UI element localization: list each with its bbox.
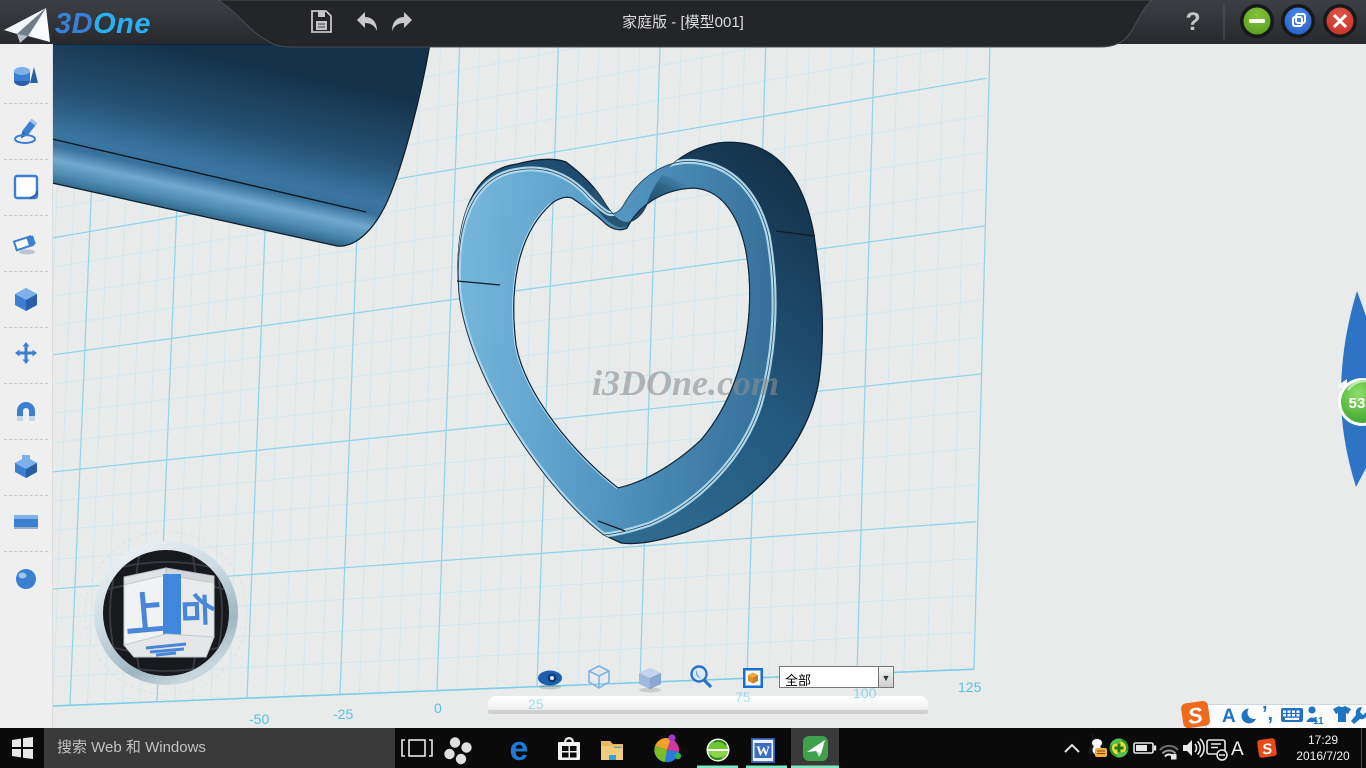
svg-text:e: e [510,730,529,768]
svg-text:?: ? [1185,8,1200,36]
svg-text:家庭版 - [模型001]: 家庭版 - [模型001] [622,14,744,31]
svg-text:3DOne: 3DOne [55,8,151,40]
svg-text:75: 75 [735,689,751,705]
svg-text:125: 125 [958,679,982,695]
svg-text:W: W [756,745,770,760]
svg-text:’,: ’, [1262,703,1273,725]
svg-text:i3DOne.com: i3DOne.com [592,363,779,403]
svg-text:A: A [1222,706,1236,727]
svg-text:A: A [1231,739,1244,760]
svg-text:-50: -50 [249,711,269,727]
svg-text:-25: -25 [333,706,353,722]
svg-text:53: 53 [1349,395,1366,412]
svg-text:0: 0 [434,700,442,716]
svg-text:11: 11 [1313,716,1324,727]
svg-text:25: 25 [528,696,544,712]
